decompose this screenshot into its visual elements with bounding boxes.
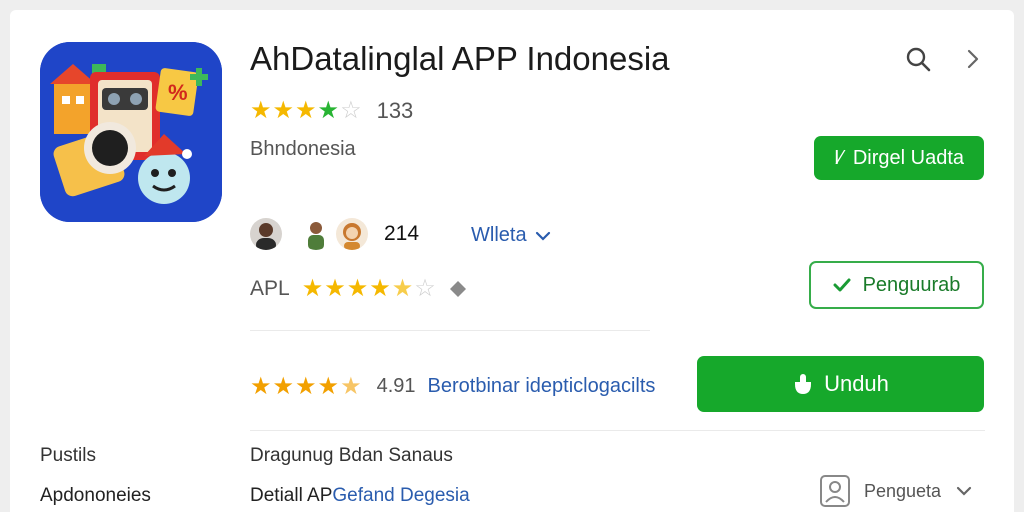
info-value-link[interactable]: Gefand Degesia [332,485,469,506]
info-value-bottom: Detiall APGefand Degesia [250,485,470,507]
avatar [336,218,368,250]
chevron-down-icon [535,228,551,244]
reviewers-row: 214 [250,218,419,250]
bottom-right-dropdown[interactable]: Pengueta [820,475,973,507]
avatar [250,218,282,250]
apl-stars: ★ ★ ★ ★ ★ ☆ [301,275,437,302]
app-title: AhDatalinglal APP Indonesia [250,40,670,77]
rating-summary-row: ★ ★ ★ ★ ★ 4.91 Berotbinar idepticlogacilts [250,372,655,401]
apl-label: APL [250,276,290,300]
secondary-button-label: Dirgel Uadta [852,146,965,169]
secondary-button-icon: I⁄ [833,146,843,169]
info-label-top: Pustils [40,445,96,466]
apl-rating-row: APL ★ ★ ★ ★ ★ ☆ [250,274,467,303]
developer-name[interactable]: Bhndonesia [250,138,356,161]
reviewer-count: 214 [384,222,420,245]
download-button[interactable]: Unduh [697,356,984,412]
app-rating: ★ ★ ★ ★ ☆ 133 [250,96,413,125]
svg-text:%: % [168,80,188,105]
chevron-right-icon[interactable] [958,44,988,74]
divider [250,430,985,431]
rating-value: 4.91 [376,375,416,397]
info-label-bottom: Apdononeies [40,485,151,506]
download-button-label: Unduh [824,371,889,396]
bottom-right-label: Pengueta [864,480,942,501]
rating-count: 133 [376,97,414,123]
dropdown-label: Wlleta [471,224,527,246]
app-icon: % [40,42,222,222]
rating-description[interactable]: Berotbinar idepticlogacilts [428,375,656,398]
divider [250,330,650,331]
summary-stars: ★ ★ ★ ★ ★ [250,373,363,400]
diamond-icon [449,280,467,298]
outline-button-label: Penguurab [862,273,961,296]
info-value-top: Dragunug Bdan Sanaus [250,445,453,466]
check-icon [833,277,851,293]
reviewers-dropdown[interactable]: Wlleta [471,224,551,247]
secondary-action-button[interactable]: I⁄ Dirgel Uadta [814,136,984,180]
info-value-prefix: Detiall AP [250,485,333,506]
search-icon[interactable] [903,44,933,74]
rating-stars: ★ ★ ★ ★ ☆ [250,97,363,124]
outline-action-button[interactable]: Penguurab [809,261,984,309]
chevron-down-icon [955,482,973,500]
hand-icon [792,372,814,396]
avatar [300,218,332,250]
user-icon [820,475,850,507]
